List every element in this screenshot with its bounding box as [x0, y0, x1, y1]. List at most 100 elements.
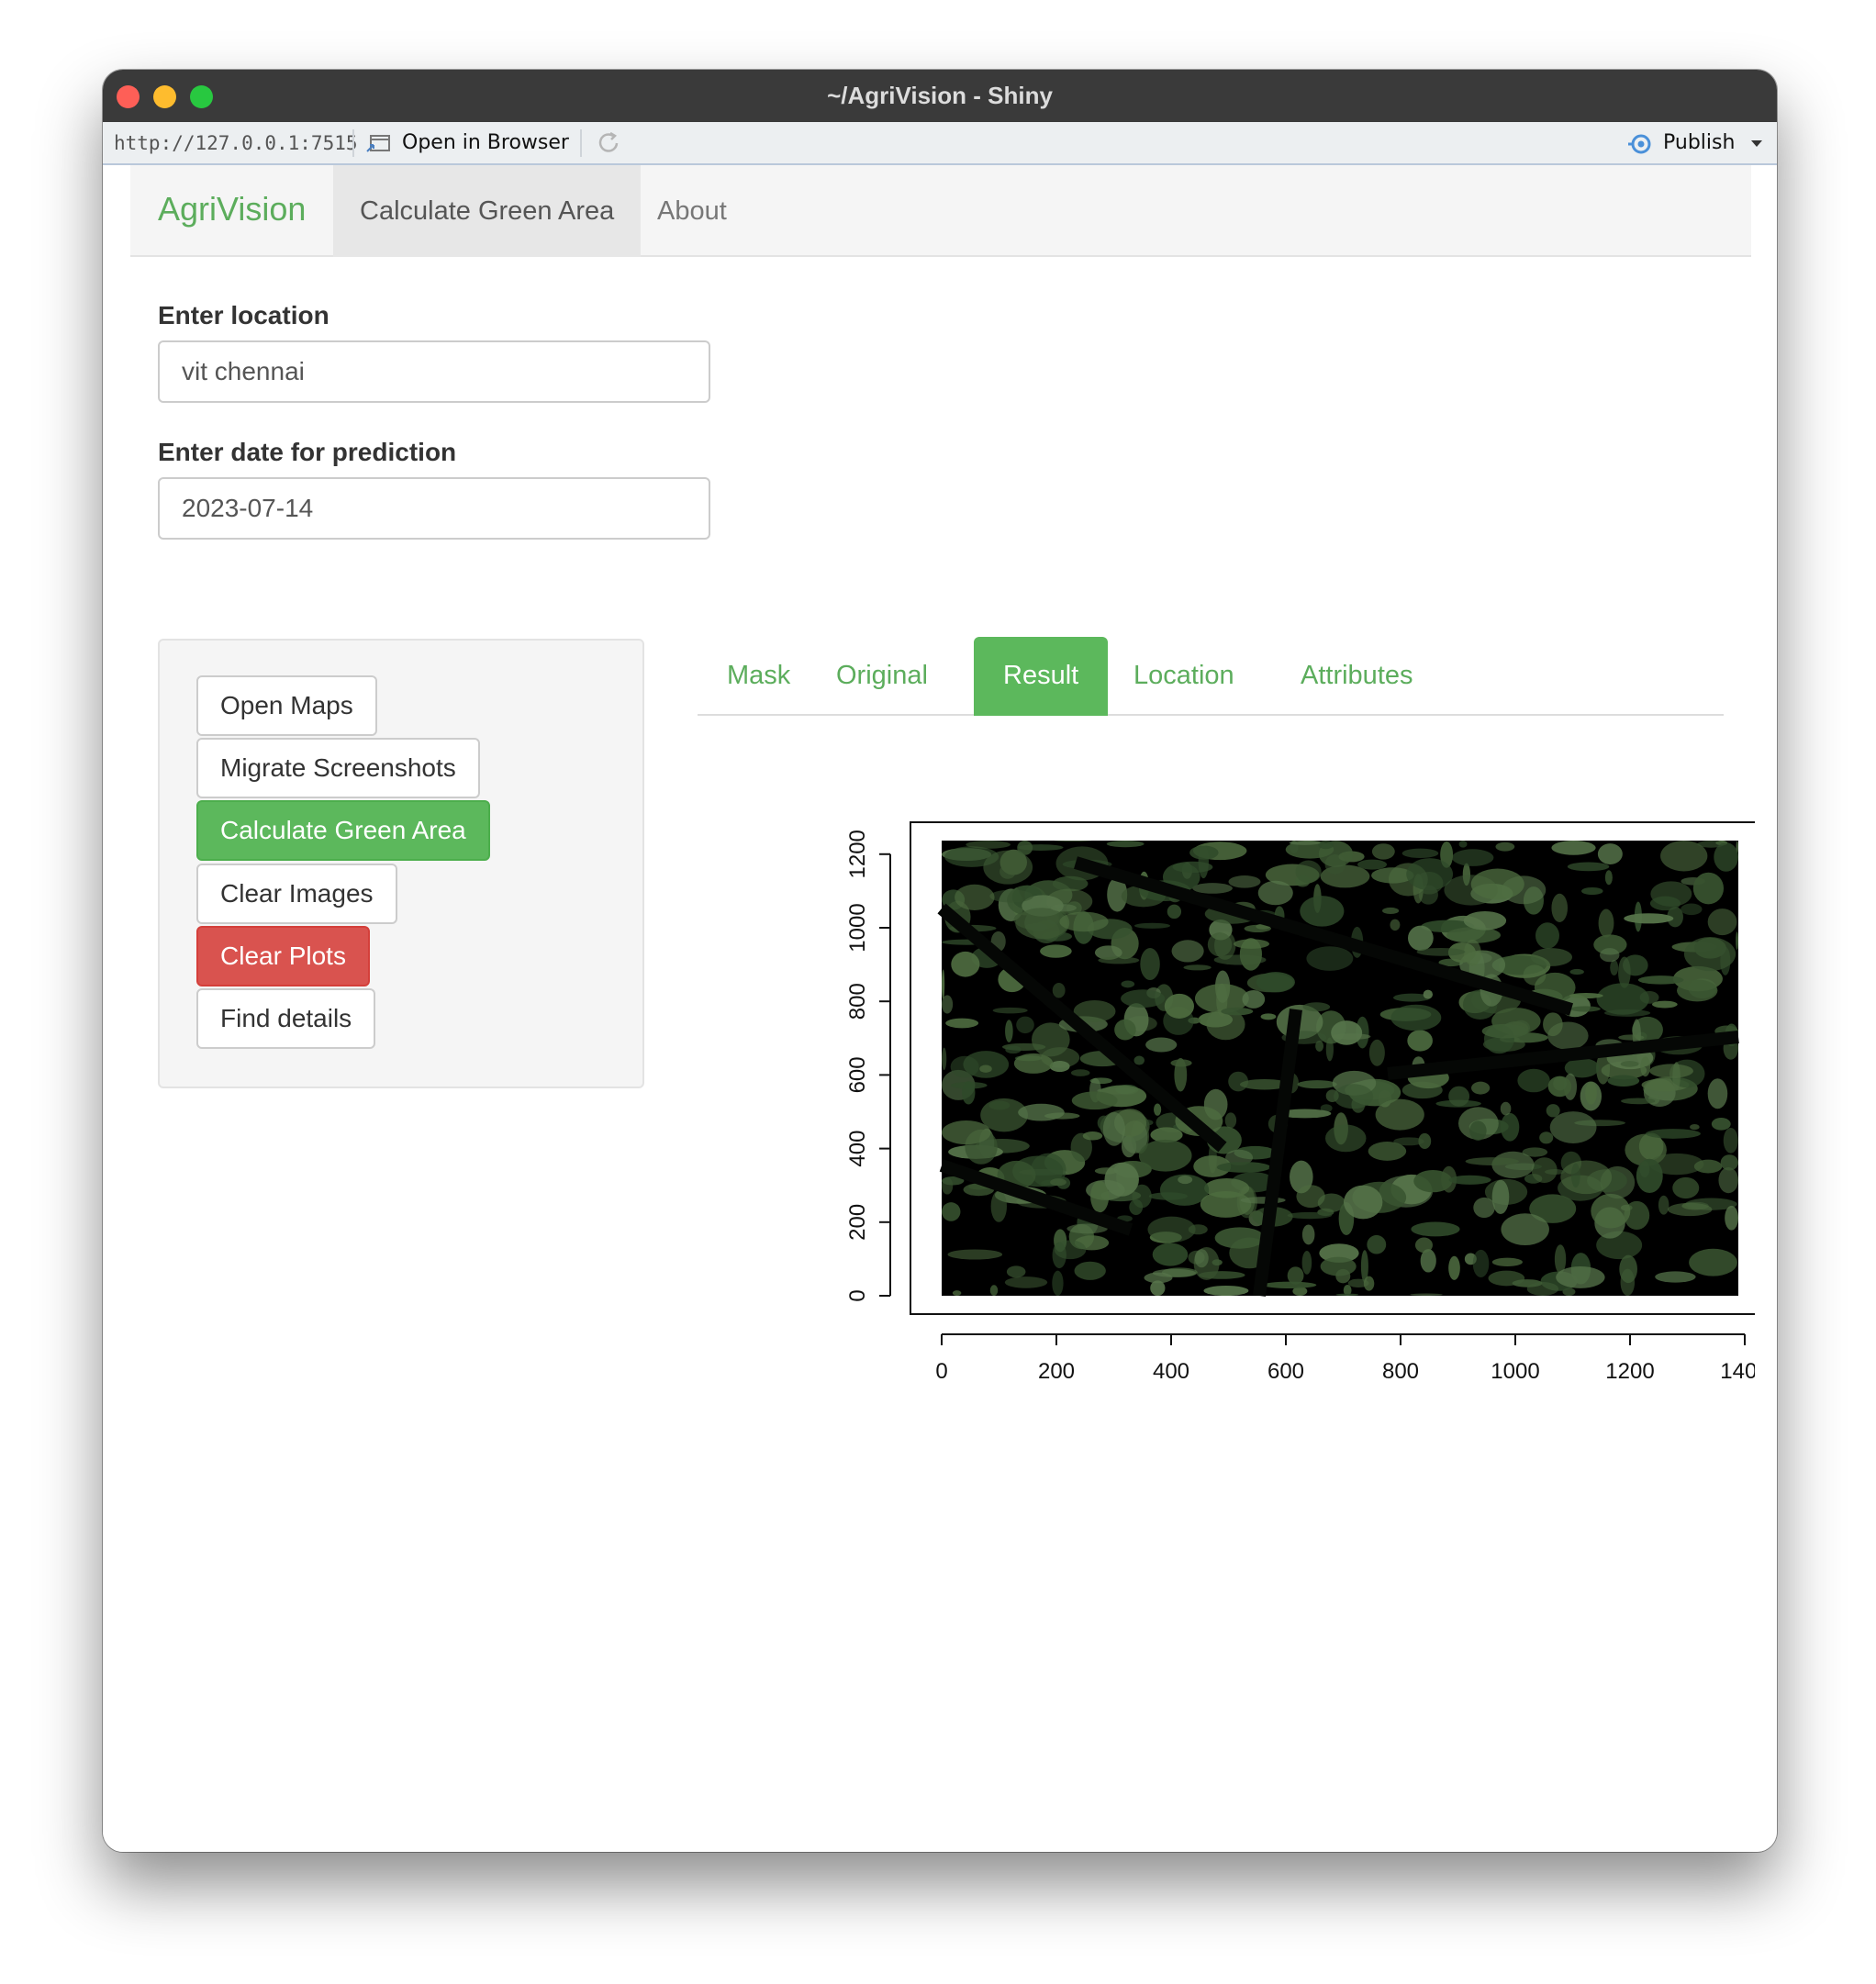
vegetation-patch [1410, 1293, 1443, 1296]
vegetation-patch [1242, 989, 1266, 1009]
nav-calculate-green-area[interactable]: Calculate Green Area [333, 165, 642, 257]
vegetation-patch [1636, 1158, 1663, 1194]
x-tick-label: 200 [1038, 1359, 1075, 1384]
vegetation-patch [1368, 1142, 1407, 1161]
x-tick-label: 1400 [1720, 1359, 1755, 1384]
vegetation-patch [1192, 883, 1233, 894]
vegetation-patch [1469, 1120, 1487, 1141]
publish-icon[interactable] [1626, 132, 1656, 156]
y-tick-label: 200 [845, 1204, 870, 1241]
vegetation-patch [1413, 1169, 1453, 1193]
vegetation-patch [979, 1064, 992, 1073]
migrate-screenshots-button[interactable]: Migrate Screenshots [196, 738, 480, 798]
vegetation-patch [1448, 1175, 1491, 1185]
refresh-icon[interactable] [595, 129, 622, 157]
date-label: Enter date for prediction [158, 438, 457, 466]
vegetation-patch [1164, 993, 1195, 1019]
vegetation-patch [1560, 1160, 1613, 1195]
vegetation-patch [1539, 1131, 1554, 1144]
vegetation-patch [1637, 975, 1684, 985]
vegetation-patch [1334, 1084, 1374, 1109]
vegetation-patch [1526, 1281, 1559, 1296]
vegetation-patch [1145, 1037, 1178, 1053]
vegetation-patch [1224, 1112, 1237, 1129]
open-maps-button[interactable]: Open Maps [196, 675, 377, 736]
vegetation-patch [1718, 1167, 1738, 1194]
vegetation-patch [1171, 940, 1204, 963]
vegetation-patch [1618, 1034, 1645, 1041]
y-tick-label: 1000 [845, 903, 870, 952]
tab-result[interactable]: Result [974, 637, 1109, 716]
find-details-button[interactable]: Find details [196, 988, 376, 1049]
vegetation-patch [1287, 1211, 1333, 1220]
vegetation-patch [1368, 1039, 1385, 1066]
vegetation-patch [1551, 841, 1596, 855]
vegetation-patch [1289, 841, 1321, 845]
vegetation-patch [1344, 1185, 1383, 1220]
vegetation-patch [1331, 1020, 1363, 1045]
vegetation-patch [942, 1120, 991, 1145]
open-in-browser-button[interactable]: Open in Browser [402, 131, 569, 154]
vegetation-patch [951, 951, 980, 977]
vegetation-patch [1203, 1285, 1249, 1296]
vegetation-patch [1382, 907, 1400, 915]
vegetation-patch [983, 850, 1033, 885]
vegetation-patch [1655, 1271, 1696, 1283]
vegetation-patch [1150, 1280, 1166, 1296]
vegetation-patch [1325, 1124, 1367, 1153]
vegetation-patch [989, 889, 1034, 903]
result-plot: 0 200 400 600 800 1000 1200 1400 0 200 400 600 800 10… [745, 798, 1755, 1386]
title-bar: ~/AgriVision - Shiny [103, 70, 1777, 122]
vegetation-patch [1547, 1076, 1572, 1098]
clear-plots-button[interactable]: Clear Plots [196, 926, 370, 986]
tab-attributes[interactable]: Attributes [1271, 637, 1443, 716]
vegetation-patch [1725, 1205, 1738, 1231]
vegetation-patch [1363, 1276, 1375, 1291]
vegetation-patch [942, 1202, 961, 1221]
vegetation-patch [1016, 1016, 1034, 1034]
vegetation-patch [1500, 1101, 1512, 1116]
nav-about[interactable]: About [631, 165, 754, 257]
vegetation-patch [1256, 972, 1295, 993]
vegetation-patch [1106, 841, 1145, 848]
vegetation-patch [1050, 1178, 1066, 1187]
location-input[interactable]: vit chennai [158, 340, 710, 403]
vegetation-patch [1604, 1009, 1651, 1017]
publish-dropdown-caret-icon[interactable] [1751, 140, 1762, 147]
shiny-app: AgriVision Calculate Green Area About En… [103, 165, 1777, 1852]
vegetation-patch [1178, 1175, 1193, 1185]
vegetation-patch [1174, 1057, 1188, 1092]
vegetation-patch [1167, 904, 1182, 920]
vegetation-patch [1523, 964, 1547, 986]
vegetation-patch [1535, 922, 1559, 949]
vegetation-patch [1082, 1131, 1103, 1141]
calculate-green-area-button[interactable]: Calculate Green Area [196, 800, 490, 861]
vegetation-patch [1071, 1091, 1118, 1110]
vegetation-patch [1335, 1293, 1359, 1296]
vegetation-patch [1102, 1111, 1125, 1146]
publish-button[interactable]: Publish [1663, 131, 1735, 154]
vegetation-patch [1667, 1202, 1713, 1217]
vegetation-patch [1556, 1265, 1605, 1288]
tab-mask[interactable]: Mask [698, 637, 820, 716]
brand-title[interactable]: AgriVision [158, 190, 306, 228]
vegetation-patch [1104, 1162, 1139, 1197]
vegetation-patch [1640, 1056, 1651, 1077]
clear-images-button[interactable]: Clear Images [196, 864, 397, 924]
vegetation-patch [1375, 1098, 1424, 1131]
vegetation-patch [992, 1007, 1028, 1014]
vegetation-patch [1473, 1197, 1495, 1219]
date-input[interactable]: 2023-07-14 [158, 477, 710, 540]
vegetation-patch [1198, 1271, 1245, 1279]
vegetation-patch [1357, 859, 1388, 870]
vegetation-patch [1121, 989, 1166, 1009]
vegetation-patch [1569, 968, 1584, 975]
tab-location[interactable]: Location [1104, 637, 1264, 716]
vegetation-patch [1371, 843, 1395, 860]
location-label: Enter location [158, 301, 329, 329]
vegetation-patch [1580, 886, 1603, 896]
vegetation-patch [1607, 1075, 1640, 1087]
tab-original[interactable]: Original [807, 637, 957, 716]
vegetation-patch [942, 969, 945, 999]
vegetation-patch [1692, 872, 1725, 905]
